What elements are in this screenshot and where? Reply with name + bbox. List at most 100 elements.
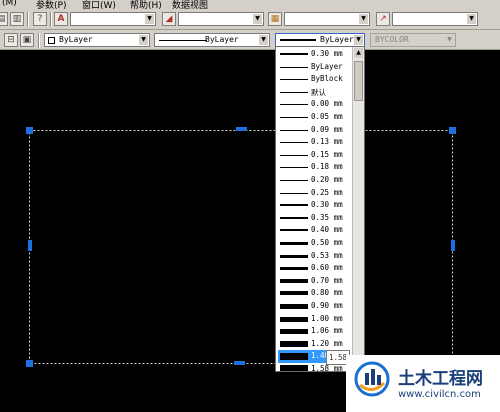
lineweight-option[interactable]: ByBlock <box>278 73 350 86</box>
menubar: (M) 参数(P) 窗口(W) 帮助(H) 数据视图 <box>0 0 500 9</box>
lineweight-option-label: 0.18 mm <box>311 162 343 172</box>
site-watermark: 土木工程网 www.civilcn.com <box>346 355 500 412</box>
chevron-down-icon: ▼ <box>445 35 454 45</box>
lineweight-option-label: 1.58 mm <box>311 364 343 372</box>
lineweight-option-label: 0.50 mm <box>311 238 343 247</box>
menu-item-data-view[interactable]: 数据视图 <box>172 0 208 9</box>
lineweight-combo[interactable]: ByLayer ▼ <box>275 33 365 47</box>
multileader-style-icon[interactable]: ↗ <box>376 12 390 26</box>
dimension-style-combo[interactable]: ▼ <box>178 12 264 26</box>
lineweight-sample <box>280 192 308 194</box>
grip-left-mid[interactable] <box>28 240 32 251</box>
lineweight-sample <box>280 278 308 283</box>
dropdown-scrollbar[interactable]: ▲ ▼ <box>352 47 364 371</box>
lineweight-option[interactable]: 0.50 mm <box>278 237 350 250</box>
lineweight-option[interactable]: 0.13 mm <box>278 136 350 149</box>
lineweight-option-label: 0.15 mm <box>311 149 343 159</box>
lineweight-option-label: ByLayer <box>311 61 343 71</box>
lineweight-option-label: 0.30 mm <box>311 200 343 210</box>
lineweight-sample <box>280 39 316 41</box>
lineweight-option-label: 0.40 mm <box>311 225 343 235</box>
lineweight-option[interactable]: 0.53 mm <box>278 250 350 263</box>
scrollbar-thumb[interactable] <box>354 61 363 101</box>
scroll-up-icon[interactable]: ▲ <box>354 48 363 58</box>
lineweight-option-label: 0.20 mm <box>311 175 343 184</box>
grip-right-mid[interactable] <box>451 240 455 251</box>
text-style-combo[interactable]: ▼ <box>70 12 156 26</box>
menu-item-m[interactable]: (M) <box>2 0 17 8</box>
lineweight-option[interactable]: 0.30 mm <box>278 199 350 212</box>
chevron-down-icon: ▼ <box>467 14 476 24</box>
grip-top-mid[interactable] <box>236 127 247 131</box>
lineweight-option[interactable]: 0.30 mm <box>278 48 350 61</box>
lineweight-sample <box>280 104 308 106</box>
lineweight-combo-value: ByLayer <box>320 35 354 44</box>
lineweight-sample <box>280 180 308 181</box>
lineweight-option[interactable]: 0.18 mm <box>278 161 350 174</box>
menu-item-help[interactable]: 帮助(H) <box>130 0 162 9</box>
lineweight-option[interactable]: 0.40 mm <box>278 224 350 237</box>
lineweight-option[interactable]: ByLayer <box>278 61 350 74</box>
make-object-layer-current-icon[interactable]: ⊟ <box>4 33 18 47</box>
grip-bottom-mid[interactable] <box>234 361 245 365</box>
lineweight-sample <box>280 79 308 81</box>
lineweight-dropdown-list[interactable]: 0.30 mm ByLayer ByBlock 默认 0.00 mm 0.05 mm 0.0… <box>275 46 365 372</box>
lineweight-option[interactable]: 1.20 mm <box>278 338 350 351</box>
lineweight-option[interactable]: 0.35 mm <box>278 212 350 225</box>
lineweight-option[interactable]: 0.20 mm <box>278 174 350 187</box>
lineweight-option[interactable]: 0.09 mm <box>278 124 350 137</box>
grip-top-right[interactable] <box>449 127 456 134</box>
color-combo[interactable]: ByLayer ▼ <box>44 33 150 47</box>
grip-top-left[interactable] <box>26 127 33 134</box>
toolbar-icon-1[interactable]: ▤ <box>0 12 8 26</box>
lineweight-sample <box>280 254 308 258</box>
lineweight-option[interactable]: 0.90 mm <box>278 300 350 313</box>
lineweight-option[interactable]: 0.25 mm <box>278 187 350 200</box>
lineweight-option-label: 1.20 mm <box>311 338 343 348</box>
watermark-site-url: www.civilcn.com <box>398 389 481 400</box>
lineweight-option[interactable]: 默认 <box>278 86 350 99</box>
table-style-icon[interactable]: ▦ <box>268 12 282 26</box>
linetype-combo[interactable]: ByLayer ▼ <box>154 33 270 47</box>
text-style-icon[interactable]: A <box>54 12 68 26</box>
lineweight-option[interactable]: 0.00 mm <box>278 98 350 111</box>
lineweight-option-label: 0.80 mm <box>311 288 343 298</box>
lineweight-sample <box>280 154 308 156</box>
lineweight-option[interactable]: 0.15 mm <box>278 149 350 162</box>
lineweight-option[interactable]: 1.06 mm <box>278 325 350 338</box>
lineweight-sample <box>280 53 308 55</box>
lineweight-option-label: 0.90 mm <box>311 301 343 310</box>
lineweight-option[interactable]: 1.00 mm <box>278 313 350 326</box>
lineweight-option-label: 0.00 mm <box>311 99 343 109</box>
lineweight-option-label: 0.53 mm <box>311 250 343 260</box>
properties-toolbar: ⊟ ▣ ByLayer ▼ ByLayer ▼ ByLayer ▼ BYCOLO… <box>0 30 500 50</box>
lineweight-option-label: 0.60 mm <box>311 263 343 273</box>
lineweight-sample <box>280 291 308 296</box>
lineweight-sample <box>280 142 308 144</box>
styles-toolbar: ▤ ▥ ? A ▼ ◢ ▼ ▦ ▼ ↗ ▼ <box>0 9 500 30</box>
lineweight-option-label: 0.09 mm <box>311 124 343 134</box>
lineweight-option[interactable]: 0.60 mm <box>278 262 350 275</box>
linetype-combo-value: ByLayer <box>205 35 239 44</box>
multileader-style-combo[interactable]: ▼ <box>392 12 478 26</box>
dimension-style-icon[interactable]: ◢ <box>162 12 176 26</box>
lineweight-sample <box>280 91 308 93</box>
menu-item-window[interactable]: 窗口(W) <box>82 0 116 9</box>
lineweight-sample <box>280 267 308 271</box>
help-icon[interactable]: ? <box>33 12 47 26</box>
lineweight-option-label: 0.70 mm <box>311 275 343 285</box>
lineweight-option[interactable]: 0.05 mm <box>278 111 350 124</box>
lineweight-option[interactable]: 0.80 mm <box>278 287 350 300</box>
lineweight-option[interactable]: 0.70 mm <box>278 275 350 288</box>
grip-bottom-left[interactable] <box>26 360 33 367</box>
lineweight-option-label: 0.13 mm <box>311 137 343 147</box>
chevron-down-icon: ▼ <box>139 35 148 45</box>
lineweight-sample <box>280 229 308 232</box>
layer-previous-icon[interactable]: ▣ <box>20 33 34 47</box>
toolbar-icon-2[interactable]: ▥ <box>10 12 24 26</box>
linetype-sample <box>159 40 207 41</box>
lineweight-option-label: 默认 <box>311 87 326 97</box>
table-style-combo[interactable]: ▼ <box>284 12 370 26</box>
chevron-down-icon: ▼ <box>253 14 262 24</box>
menu-item-parameters[interactable]: 参数(P) <box>36 0 66 9</box>
